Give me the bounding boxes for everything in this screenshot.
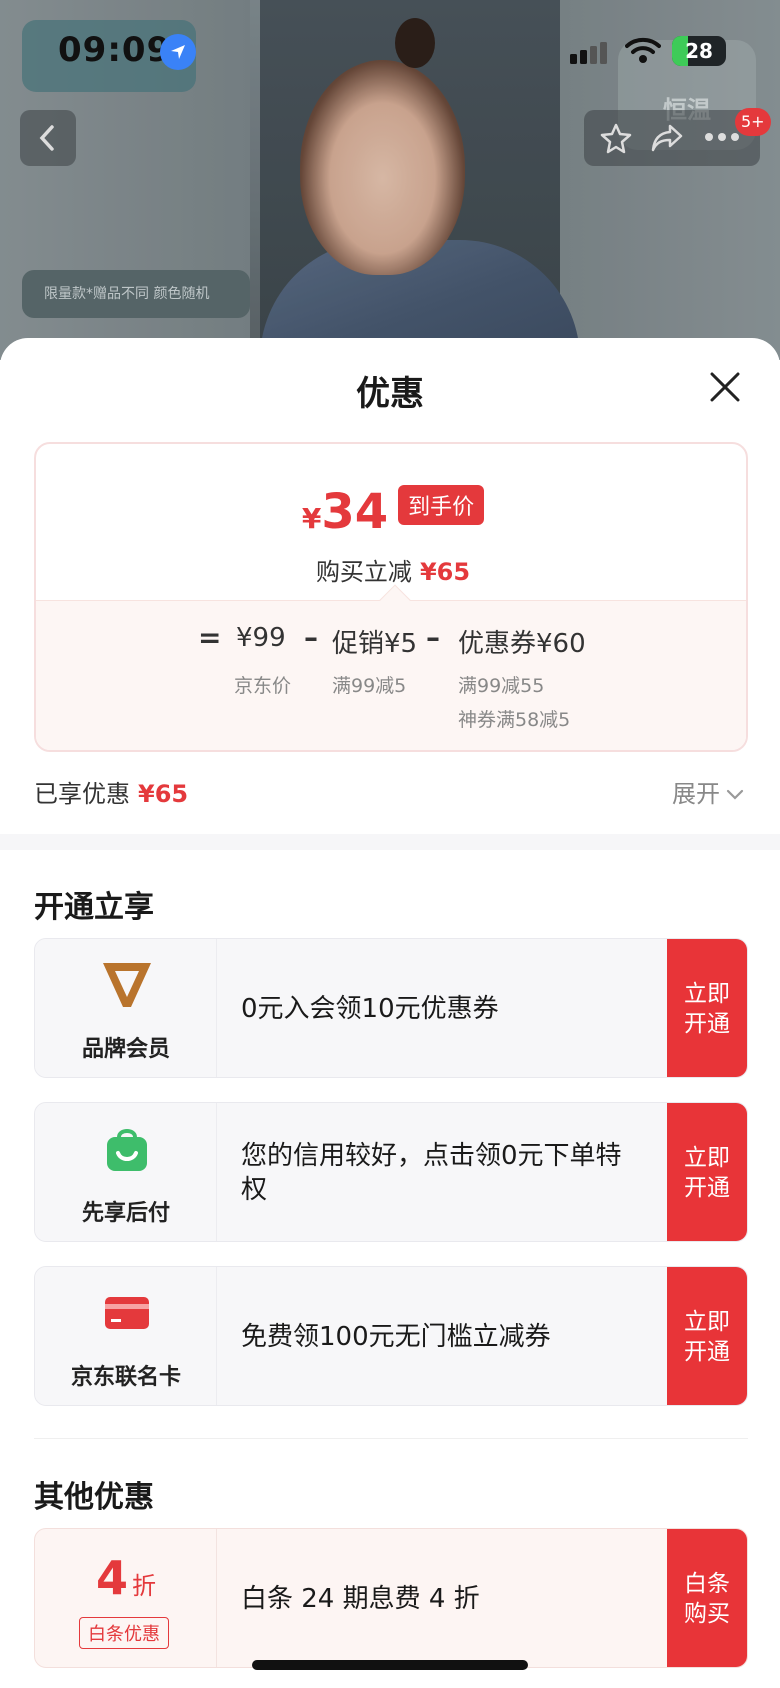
- instant-discount-label: 购买立减: [315, 558, 412, 586]
- caret-up: [379, 584, 411, 616]
- price-currency: ¥: [301, 502, 322, 535]
- discount-number: 4: [95, 1551, 128, 1605]
- price-card: ¥34 到手价 购买立减 ¥65 = ¥99 京东价 – 促销¥5 满99减5 – …: [34, 442, 748, 752]
- coupon-label-2: 神券满58减5: [458, 709, 571, 731]
- sheet-title: 优惠: [356, 374, 424, 414]
- chevron-down-icon: [726, 789, 744, 800]
- top-actions: [584, 110, 760, 166]
- offer-left: 京东联名卡: [35, 1267, 217, 1405]
- chevron-left-icon: [39, 125, 54, 151]
- expand-toggle[interactable]: 展开: [672, 774, 744, 809]
- offer-card-pay-later[interactable]: 先享后付 您的信用较好，点击领0元下单特权 立即开通: [34, 1102, 748, 1242]
- price-breakdown: = ¥99 京东价 – 促销¥5 满99减5 – 优惠券¥60 满99减55 神…: [36, 584, 746, 750]
- coupon-amount: 优惠券¥60: [458, 629, 586, 659]
- battery-level: 28: [685, 39, 713, 63]
- activate-button[interactable]: 立即开通: [667, 1103, 747, 1241]
- price-value: 34: [321, 484, 389, 540]
- offer-name: 京东联名卡: [70, 1365, 181, 1390]
- status-bar: 09:09 28: [0, 0, 780, 100]
- baitiao-discount: 4折: [35, 1551, 217, 1605]
- back-button[interactable]: [20, 110, 76, 166]
- discount-sheet: 优惠 ¥34 到手价 购买立减 ¥65 = ¥99 京东价 – 促销¥5 满99减5…: [0, 338, 780, 1688]
- wifi-icon: [625, 37, 661, 63]
- baitiao-tag: 白条优惠: [79, 1617, 169, 1649]
- instant-discount-value: ¥65: [419, 558, 471, 586]
- promo-amount: 促销¥5: [332, 629, 418, 659]
- offer-left: 品牌会员: [35, 939, 217, 1077]
- offer-card-brand-member[interactable]: 品牌会员 0元入会领10元优惠券 立即开通: [34, 938, 748, 1078]
- promo-label: 满99减5: [332, 675, 407, 697]
- jd-price-amount: ¥99: [236, 623, 286, 653]
- enjoyed-value: ¥65: [138, 780, 189, 808]
- enjoyed-label: 已享优惠: [34, 780, 130, 808]
- discount-unit: 折: [132, 1572, 156, 1600]
- jd-price-label: 京东价: [234, 675, 292, 697]
- coupon-label: 满99减55: [458, 675, 545, 697]
- battery-indicator: 28: [672, 36, 726, 66]
- section-divider: [0, 834, 780, 850]
- home-indicator[interactable]: [252, 1660, 528, 1670]
- activate-button[interactable]: 立即开通: [667, 1267, 747, 1405]
- equals-sign: =: [198, 621, 222, 654]
- offer-description: 0元入会领10元优惠券: [241, 994, 499, 1024]
- section-title-other: 其他优惠: [34, 1480, 154, 1515]
- close-icon[interactable]: [706, 368, 744, 406]
- final-price: ¥34 到手价: [36, 484, 746, 540]
- brand-vip-icon: [103, 963, 151, 1007]
- offer-name: 先享后付: [81, 1201, 170, 1226]
- minus-sign: –: [426, 621, 440, 654]
- offer-left: 先享后付: [35, 1103, 217, 1241]
- shopping-bag-icon: [107, 1129, 147, 1171]
- share-icon[interactable]: [650, 122, 684, 154]
- instant-discount: 购买立减 ¥65: [36, 552, 746, 587]
- enjoyed-discount: 已享优惠 ¥65: [34, 774, 188, 809]
- final-price-badge: 到手价: [398, 485, 485, 525]
- baitiao-buy-button[interactable]: 白条购买: [667, 1529, 747, 1667]
- expand-label: 展开: [672, 780, 720, 808]
- more-icon[interactable]: [704, 132, 740, 142]
- offer-card-baitiao[interactable]: 4折 白条优惠 白条 24 期息费 4 折 白条购买: [34, 1528, 748, 1668]
- section-title-open: 开通立享: [34, 890, 154, 925]
- offer-description: 您的信用较好，点击领0元下单特权: [241, 1141, 622, 1205]
- activate-button[interactable]: 立即开通: [667, 939, 747, 1077]
- location-icon: [160, 34, 196, 70]
- star-icon[interactable]: [600, 122, 632, 154]
- offer-name: 品牌会员: [81, 1037, 170, 1062]
- notification-badge: 5+: [735, 108, 771, 136]
- divider: [34, 1438, 748, 1439]
- offer-left: 4折 白条优惠: [35, 1529, 217, 1667]
- status-time: 09:09: [58, 30, 172, 70]
- offer-card-co-brand-card[interactable]: 京东联名卡 免费领100元无门槛立减券 立即开通: [34, 1266, 748, 1406]
- offer-description: 白条 24 期息费 4 折: [241, 1584, 480, 1614]
- minus-sign: –: [304, 621, 318, 654]
- credit-card-icon: [105, 1297, 149, 1329]
- signal-icon: [570, 42, 607, 64]
- offer-description: 免费领100元无门槛立减券: [241, 1322, 551, 1352]
